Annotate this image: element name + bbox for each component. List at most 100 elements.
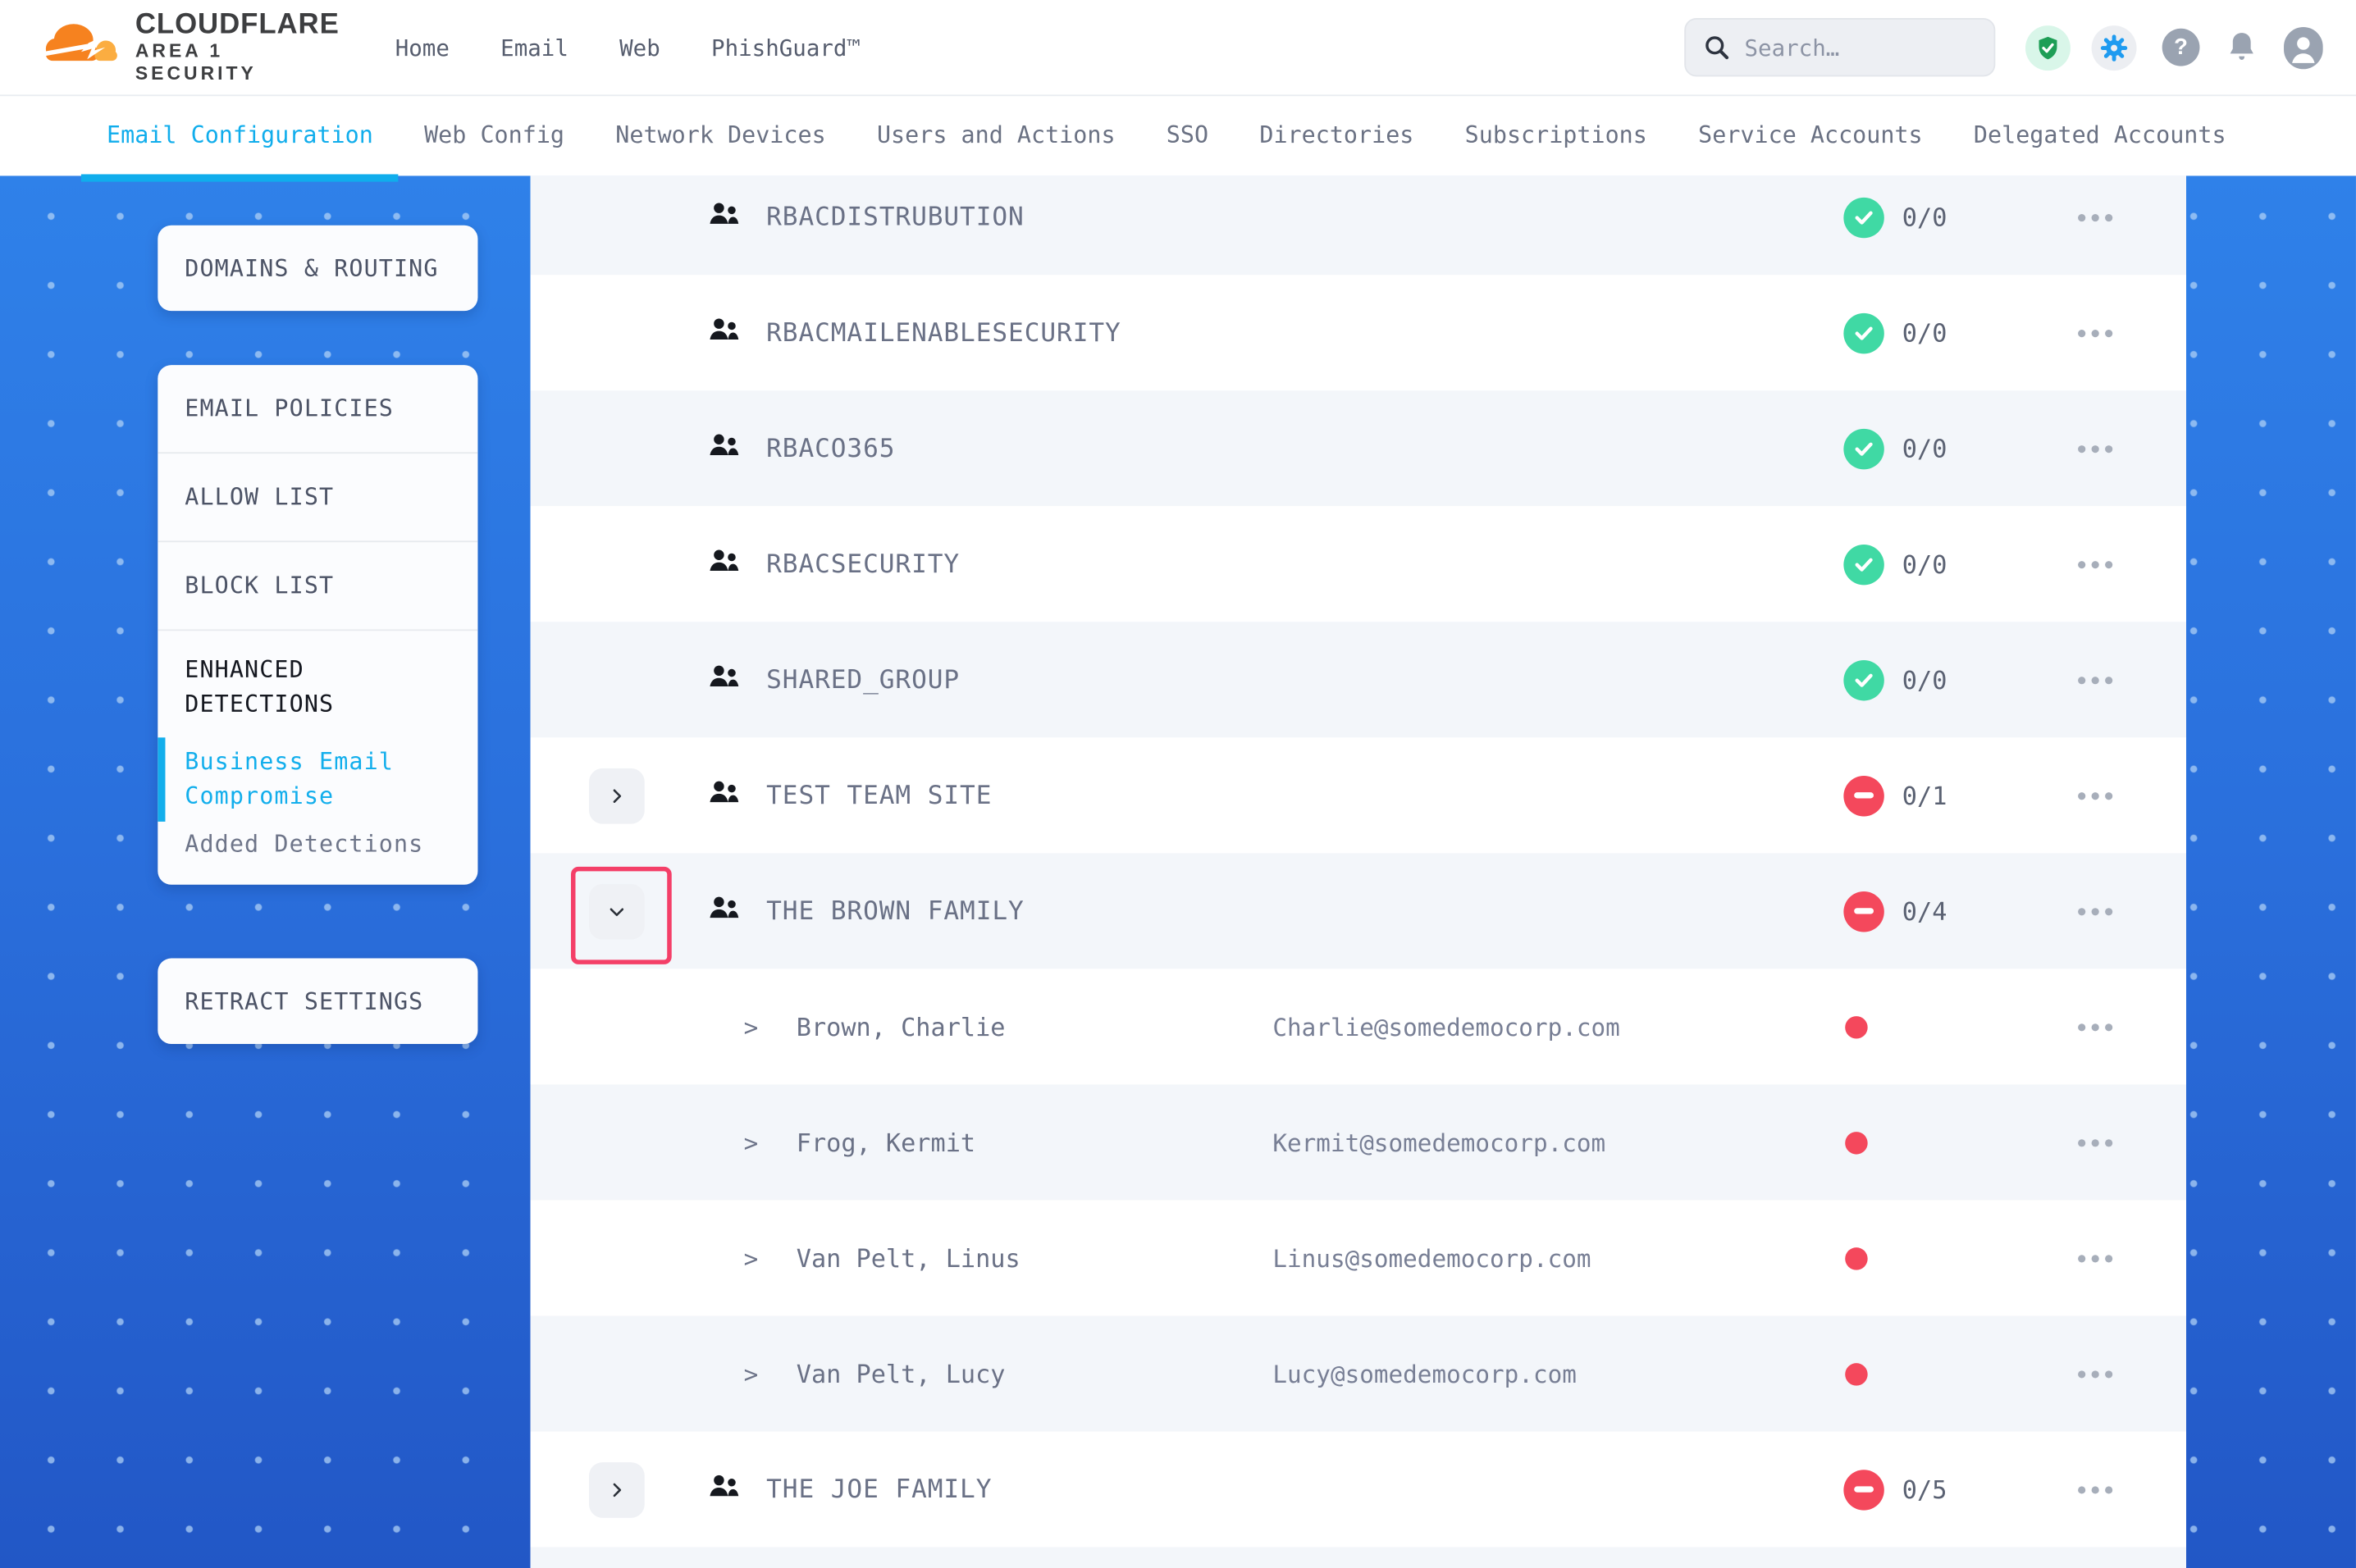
config-tabbar: Email Configuration Web Config Network D…: [0, 94, 2356, 175]
group-icon: [708, 780, 741, 811]
header-actions: ?: [1684, 18, 2322, 76]
status-ok-badge: [1843, 544, 1883, 584]
cloudflare-cloud-icon: [42, 17, 123, 77]
shield-check-icon[interactable]: [2025, 25, 2071, 70]
table-row[interactable]: RBACO365 0/0: [531, 390, 2186, 506]
sidebar-item-added-detections[interactable]: Added Detections: [158, 822, 477, 885]
tab-delegated-accounts[interactable]: Delegated Accounts: [1948, 94, 2252, 175]
status-dot: [1845, 1362, 1867, 1384]
sidebar-item-domains-routing[interactable]: DOMAINS & ROUTING: [158, 226, 477, 311]
sidebar-item-block-list[interactable]: BLOCK LIST: [158, 542, 477, 631]
logo-title: CLOUDFLARE: [135, 10, 340, 40]
table-row-member[interactable]: > Van Pelt, Linus Linus@somedemocorp.com: [531, 1200, 2186, 1315]
table-row-member[interactable]: > Brown, Charlie Charlie@somedemocorp.co…: [531, 969, 2186, 1084]
chevron-right-icon[interactable]: >: [744, 1128, 759, 1157]
status-blocked-badge: [1843, 1469, 1883, 1509]
member-name: Frog, Kermit: [797, 1128, 975, 1157]
status-blocked-badge: [1843, 775, 1883, 815]
nav-item-email[interactable]: Email: [475, 34, 594, 61]
tab-sso[interactable]: SSO: [1141, 94, 1235, 175]
expand-button[interactable]: [589, 768, 645, 823]
more-actions-button[interactable]: [2072, 551, 2119, 577]
more-actions-button[interactable]: [2072, 667, 2119, 692]
sidebar-item-retract-settings[interactable]: RETRACT SETTINGS: [158, 959, 477, 1044]
chevron-right-icon: [607, 786, 627, 805]
status-count: 0/0: [1902, 434, 1947, 463]
group-name: THE BROWN FAMILY: [766, 896, 1025, 927]
collapse-button[interactable]: [589, 883, 645, 939]
more-actions-button[interactable]: [2072, 1476, 2119, 1502]
bell-icon[interactable]: [2226, 30, 2258, 66]
user-icon[interactable]: [2284, 26, 2323, 68]
status-ok-badge: [1843, 197, 1883, 237]
tab-service-accounts[interactable]: Service Accounts: [1673, 94, 1948, 175]
table-row[interactable]: TEST TEAM SITE 0/1: [531, 737, 2186, 853]
domains-routing-card: DOMAINS & ROUTING: [158, 226, 477, 311]
table-row[interactable]: THE JOE FAMILY 0/5: [531, 1432, 2186, 1547]
table-row[interactable]: RBACSECURITY 0/0: [531, 506, 2186, 622]
gear-icon[interactable]: [2092, 25, 2137, 70]
status-count: 0/1: [1902, 781, 1947, 809]
tab-network-devices[interactable]: Network Devices: [590, 94, 852, 175]
table-row[interactable]: THE BROWN FAMILY 0/4: [531, 853, 2186, 969]
more-actions-button[interactable]: [2072, 1129, 2119, 1155]
search-input[interactable]: [1742, 32, 1958, 62]
search-icon: [1704, 34, 1729, 60]
more-actions-button[interactable]: [2072, 320, 2119, 345]
tab-email-configuration[interactable]: Email Configuration: [81, 94, 399, 175]
group-icon: [708, 549, 741, 580]
more-actions-button[interactable]: [2072, 782, 2119, 808]
retract-settings-card: RETRACT SETTINGS: [158, 959, 477, 1044]
more-actions-button[interactable]: [2072, 898, 2119, 923]
table-row-member[interactable]: > Frog, Kermit Kermit@somedemocorp.com: [531, 1084, 2186, 1200]
status-dot: [1845, 1131, 1867, 1153]
status-count: 0/0: [1902, 318, 1947, 347]
more-actions-button[interactable]: [2072, 1245, 2119, 1270]
cloudflare-logo[interactable]: CLOUDFLARE AREA 1 SECURITY: [42, 10, 336, 85]
groups-table: RBACDISTRUBUTION 0/0 RBACMAILENABLESECUR…: [531, 175, 2186, 1568]
group-name: RBACMAILENABLESECURITY: [766, 317, 1121, 348]
tab-web-config[interactable]: Web Config: [399, 94, 590, 175]
nav-item-home[interactable]: Home: [370, 34, 475, 61]
table-row[interactable]: SHARED_GROUP 0/0: [531, 622, 2186, 737]
group-name: RBACO365: [766, 433, 895, 463]
search-box[interactable]: [1684, 18, 1995, 76]
member-email: Charlie@somedemocorp.com: [1272, 1012, 1619, 1041]
expand-button[interactable]: [589, 1461, 645, 1517]
nav-item-phishguard[interactable]: PhishGuard™: [686, 34, 886, 61]
table-row[interactable]: RBACDISTRUBUTION 0/0: [531, 175, 2186, 275]
app-window: CLOUDFLARE AREA 1 SECURITY Home Email We…: [0, 0, 2356, 1568]
chevron-right-icon: [607, 1479, 627, 1499]
top-nav: Home Email Web PhishGuard™: [370, 34, 887, 61]
table-row[interactable]: RBACMAILENABLESECURITY 0/0: [531, 275, 2186, 390]
group-icon: [708, 896, 741, 927]
status-count: 0/5: [1902, 1475, 1947, 1504]
member-email: Kermit@somedemocorp.com: [1272, 1128, 1605, 1157]
status-ok-badge: [1843, 659, 1883, 700]
sidebar-item-business-email-compromise[interactable]: Business Email Compromise: [158, 737, 477, 822]
table-row-partial: [531, 1547, 2186, 1568]
status-blocked-badge: [1843, 891, 1883, 931]
status-dot: [1845, 1015, 1867, 1037]
chevron-right-icon[interactable]: >: [744, 1360, 759, 1388]
nav-item-web[interactable]: Web: [594, 34, 686, 61]
tab-subscriptions[interactable]: Subscriptions: [1440, 94, 1673, 175]
sidebar-item-allow-list[interactable]: ALLOW LIST: [158, 454, 477, 542]
member-name: Van Pelt, Linus: [797, 1244, 1020, 1273]
email-policies-card: EMAIL POLICIES ALLOW LIST BLOCK LIST ENH…: [158, 365, 477, 885]
table-row-member[interactable]: > Van Pelt, Lucy Lucy@somedemocorp.com: [531, 1315, 2186, 1431]
chevron-right-icon[interactable]: >: [744, 1244, 759, 1273]
sidebar-item-enhanced-detections[interactable]: ENHANCED DETECTIONS: [158, 631, 477, 737]
chevron-right-icon[interactable]: >: [744, 1012, 759, 1041]
more-actions-button[interactable]: [2072, 1014, 2119, 1039]
more-actions-button[interactable]: [2072, 1361, 2119, 1386]
group-name: RBACSECURITY: [766, 549, 960, 579]
tab-directories[interactable]: Directories: [1234, 94, 1439, 175]
member-name: Brown, Charlie: [797, 1012, 1006, 1041]
more-actions-button[interactable]: [2072, 204, 2119, 230]
more-actions-button[interactable]: [2072, 435, 2119, 461]
sidebar-item-email-policies[interactable]: EMAIL POLICIES: [158, 365, 477, 454]
help-icon[interactable]: ?: [2162, 29, 2200, 66]
tab-users-and-actions[interactable]: Users and Actions: [852, 94, 1141, 175]
table-rows: RBACDISTRUBUTION 0/0 RBACMAILENABLESECUR…: [531, 175, 2186, 1568]
